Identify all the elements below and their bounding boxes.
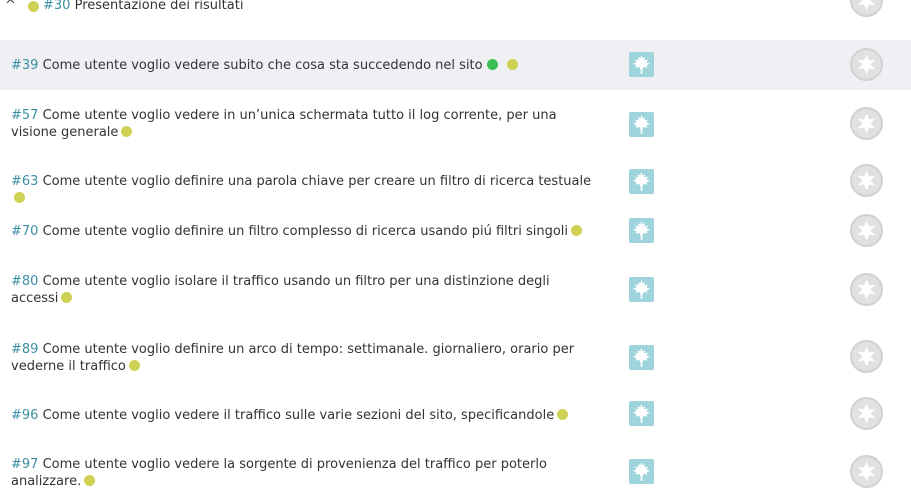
status-dot (557, 409, 569, 420)
status-dot (28, 1, 39, 12)
story-title[interactable]: #89 Come utente voglio definire un arco … (11, 341, 601, 375)
story-id-link[interactable]: #39 (11, 58, 38, 73)
story-id-link[interactable]: #70 (11, 224, 38, 239)
status-dot (506, 59, 518, 70)
status-dot (571, 225, 583, 236)
story-text: Come utente voglio vedere il traffico su… (38, 408, 555, 423)
group-title[interactable]: #30 Presentazione dei risultati (43, 0, 243, 14)
story-title[interactable]: #39 Come utente voglio vedere subito che… (11, 57, 601, 74)
story-id-link[interactable]: #96 (11, 408, 38, 423)
story-id-link[interactable]: #57 (11, 108, 38, 123)
status-dot (84, 475, 96, 486)
story-text: Come utente voglio definire una parola c… (38, 174, 592, 189)
story-title[interactable]: #80 Come utente voglio isolare il traffi… (11, 273, 601, 307)
default-avatar-icon[interactable] (850, 107, 883, 140)
story-row[interactable]: #96 Come utente voglio vedere il traffic… (0, 390, 911, 438)
status-dot (14, 192, 25, 203)
story-title[interactable]: #57 Come utente voglio vedere in un’unic… (11, 107, 601, 141)
story-title[interactable]: #96 Come utente voglio vedere il traffic… (11, 407, 601, 424)
maple-leaf-icon[interactable] (629, 459, 654, 484)
default-avatar-icon[interactable] (850, 455, 883, 488)
story-row[interactable]: #63 Come utente voglio definire una paro… (0, 156, 911, 206)
story-row[interactable]: #57 Come utente voglio vedere in un’unic… (0, 90, 911, 156)
story-row[interactable]: #39 Come utente voglio vedere subito che… (0, 40, 911, 90)
story-text: Come utente voglio vedere in un’unica sc… (11, 108, 557, 140)
story-row[interactable]: #97 Come utente voglio vedere la sorgent… (0, 438, 911, 497)
maple-leaf-icon[interactable] (629, 112, 654, 137)
chevron-up-icon[interactable]: ^ (5, 0, 16, 14)
story-title[interactable]: #70 Come utente voglio definire un filtr… (11, 223, 601, 240)
default-avatar-icon[interactable] (850, 214, 883, 247)
maple-leaf-icon[interactable] (629, 52, 654, 77)
maple-leaf-icon[interactable] (629, 401, 654, 426)
story-id-link[interactable]: #89 (11, 342, 38, 357)
story-row[interactable]: #89 Come utente voglio definire un arco … (0, 322, 911, 390)
story-text: Come utente voglio definire un arco di t… (11, 342, 575, 374)
story-text: Come utente voglio isolare il traffico u… (11, 274, 550, 306)
maple-leaf-icon[interactable] (629, 345, 654, 370)
group-header[interactable]: ^ #30 Presentazione dei risultati (0, 0, 911, 32)
default-avatar-icon[interactable] (850, 0, 883, 17)
story-id-link[interactable]: #80 (11, 274, 38, 289)
story-row[interactable]: #70 Come utente voglio definire un filtr… (0, 206, 911, 256)
story-id-link[interactable]: #63 (11, 174, 38, 189)
default-avatar-icon[interactable] (850, 164, 883, 197)
status-dot (121, 126, 133, 137)
maple-leaf-icon[interactable] (629, 218, 654, 243)
default-avatar-icon[interactable] (850, 340, 883, 373)
group-title-text: Presentazione dei risultati (74, 0, 244, 13)
story-title[interactable]: #63 Come utente voglio definire una paro… (11, 173, 601, 207)
status-dot (128, 360, 140, 371)
story-text: Come utente voglio vedere subito che cos… (38, 58, 483, 73)
default-avatar-icon[interactable] (850, 397, 883, 430)
group-id-link[interactable]: #30 (43, 0, 70, 13)
status-dot-green (486, 59, 498, 70)
maple-leaf-icon[interactable] (629, 169, 654, 194)
maple-leaf-icon[interactable] (629, 277, 654, 302)
story-title[interactable]: #97 Come utente voglio vedere la sorgent… (11, 456, 601, 490)
story-row[interactable]: #80 Come utente voglio isolare il traffi… (0, 256, 911, 322)
status-dot (61, 292, 73, 303)
default-avatar-icon[interactable] (850, 48, 883, 81)
default-avatar-icon[interactable] (850, 273, 883, 306)
story-id-link[interactable]: #97 (11, 457, 38, 472)
story-text: Come utente voglio definire un filtro co… (38, 224, 569, 239)
